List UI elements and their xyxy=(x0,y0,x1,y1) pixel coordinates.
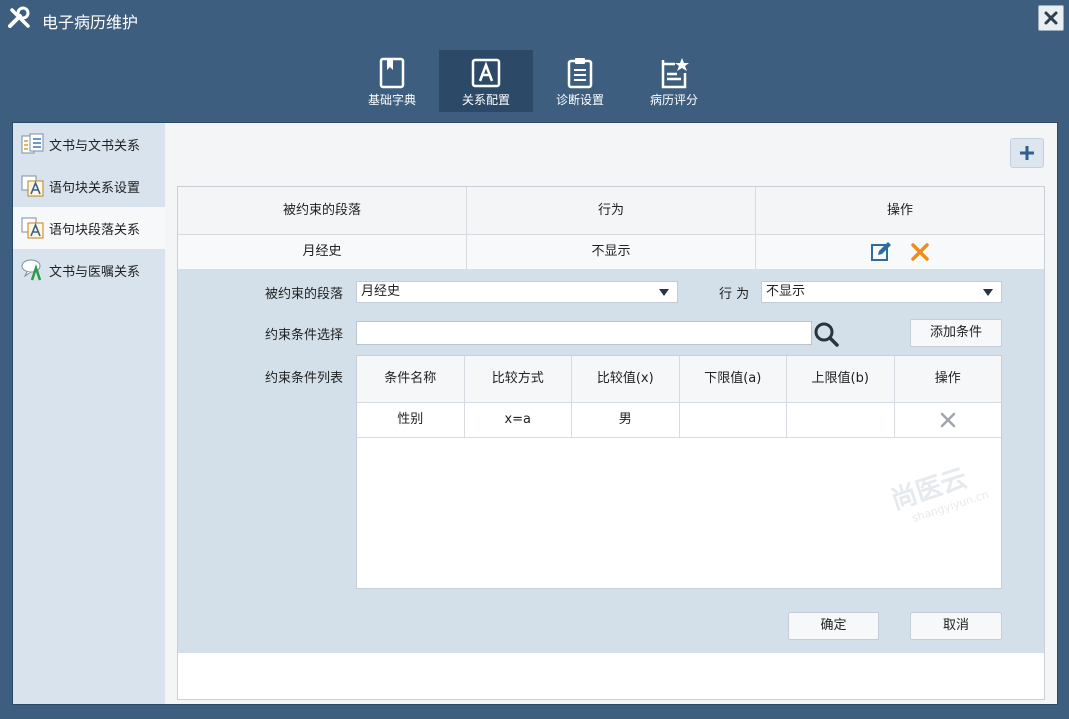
search-icon[interactable] xyxy=(812,320,840,348)
behavior-select[interactable]: 不显示 xyxy=(761,281,1002,303)
condition-table-header: 条件名称 比较方式 比较值(x) 下限值(a) 上限值(b) 操作 xyxy=(357,356,1001,403)
book-icon xyxy=(379,57,405,89)
star-document-icon xyxy=(661,58,689,89)
table-row[interactable]: 性别 x=a 男 xyxy=(357,403,1001,438)
rule-edit-form: 被约束的段落 月经史 行 为 不显示 约束条件选择 添加条件 约束条件列表 条件… xyxy=(178,269,1044,653)
sentence-block-icon xyxy=(21,217,45,239)
paragraph-cell: 月经史 xyxy=(178,235,467,269)
condition-list-label: 约束条件列表 xyxy=(265,371,344,386)
sidebar-item-sentence-relation[interactable]: 语句块关系设置 xyxy=(13,165,165,207)
sidebar-item-label: 语句块关系设置 xyxy=(49,180,141,196)
operation-cell xyxy=(895,403,1002,437)
main-window: 电子病历维护 基础字典 关系配置 诊断设置 病历评分 文书与文书关系 语句块关系… xyxy=(0,0,1069,719)
behavior-label: 行 为 xyxy=(719,287,750,302)
content-area: 被约束的段落 行为 操作 月经史 不显示 被约束的段落 月经史 行 为 不显示 … xyxy=(165,123,1057,704)
document-list-icon xyxy=(21,133,45,155)
column-header: 操作 xyxy=(934,371,961,386)
sidebar-item-label: 文书与医嘱关系 xyxy=(49,264,141,280)
lower-limit-cell xyxy=(680,403,787,437)
upper-limit-cell xyxy=(787,403,895,437)
rules-table: 被约束的段落 行为 操作 月经史 不显示 被约束的段落 月经史 行 为 不显示 … xyxy=(177,186,1045,700)
close-icon xyxy=(1044,11,1058,25)
remove-condition-icon[interactable] xyxy=(940,412,956,428)
chevron-down-icon xyxy=(659,289,669,296)
tool-label: 关系配置 xyxy=(461,93,510,107)
rules-table-header: 被约束的段落 行为 操作 xyxy=(178,187,1044,235)
clipboard-icon xyxy=(567,58,593,89)
operation-cell xyxy=(756,235,1044,269)
delete-icon[interactable] xyxy=(910,242,930,262)
compare-value-cell: 男 xyxy=(572,403,680,437)
sidebar-item-order-relation[interactable]: 文书与医嘱关系 xyxy=(13,249,165,291)
column-header: 行为 xyxy=(467,187,756,234)
column-header: 比较方式 xyxy=(465,356,572,402)
window-title: 电子病历维护 xyxy=(42,13,139,32)
column-header: 条件名称 xyxy=(357,356,465,402)
sidebar: 文书与文书关系 语句块关系设置 语句块段落关系 文书与医嘱关系 xyxy=(13,123,165,704)
edit-icon[interactable] xyxy=(870,241,892,263)
main-toolbar: 基础字典 关系配置 诊断设置 病历评分 xyxy=(345,50,721,114)
tool-label: 病历评分 xyxy=(649,93,698,107)
tool-relation-config[interactable]: 关系配置 xyxy=(439,50,533,112)
close-button[interactable] xyxy=(1038,5,1064,31)
table-row[interactable]: 月经史 不显示 xyxy=(178,235,1044,270)
plus-icon xyxy=(1020,146,1034,160)
sidebar-item-document-relation[interactable]: 文书与文书关系 xyxy=(13,123,165,165)
tool-basic-dictionary[interactable]: 基础字典 xyxy=(345,50,439,112)
column-header: 上限值(b) xyxy=(787,356,895,402)
tool-label: 诊断设置 xyxy=(555,93,604,107)
column-header: 操作 xyxy=(886,203,913,218)
compare-method-cell: x=a xyxy=(465,403,572,437)
tool-label: 基础字典 xyxy=(367,93,416,107)
column-header: 被约束的段落 xyxy=(178,187,467,234)
tool-diagnosis-settings[interactable]: 诊断设置 xyxy=(533,50,627,112)
sidebar-item-sentence-paragraph[interactable]: 语句块段落关系 xyxy=(13,207,165,249)
confirm-button[interactable]: 确定 xyxy=(788,612,879,640)
chevron-down-icon xyxy=(983,289,993,296)
behavior-cell: 不显示 xyxy=(467,235,756,269)
paragraph-label: 被约束的段落 xyxy=(265,287,344,302)
behavior-select-value: 不显示 xyxy=(766,284,806,299)
tools-icon xyxy=(6,6,32,32)
paragraph-select-value: 月经史 xyxy=(361,284,401,299)
tool-record-scoring[interactable]: 病历评分 xyxy=(627,50,721,112)
column-header: 比较值(x) xyxy=(572,356,680,402)
condition-select-label: 约束条件选择 xyxy=(265,328,344,343)
sidebar-item-label: 文书与文书关系 xyxy=(49,138,141,154)
cancel-button[interactable]: 取消 xyxy=(910,612,1002,640)
order-relation-icon xyxy=(21,259,45,281)
condition-search-input[interactable] xyxy=(356,321,812,345)
sidebar-item-label: 语句块段落关系 xyxy=(49,222,141,238)
relation-config-icon xyxy=(471,58,501,88)
add-rule-button[interactable] xyxy=(1010,138,1044,168)
column-header: 下限值(a) xyxy=(680,356,787,402)
condition-table: 条件名称 比较方式 比较值(x) 下限值(a) 上限值(b) 操作 性别 x=a… xyxy=(356,355,1002,589)
main-panel: 文书与文书关系 语句块关系设置 语句块段落关系 文书与医嘱关系 被约束的段落 行… xyxy=(12,122,1058,705)
condition-name-cell: 性别 xyxy=(357,403,465,437)
paragraph-select[interactable]: 月经史 xyxy=(356,281,678,303)
add-condition-button[interactable]: 添加条件 xyxy=(910,319,1002,347)
watermark: 尚医云 shangyiyun.cn xyxy=(886,453,990,530)
title-bar: 电子病历维护 xyxy=(0,0,1069,38)
sentence-block-icon xyxy=(21,175,45,197)
